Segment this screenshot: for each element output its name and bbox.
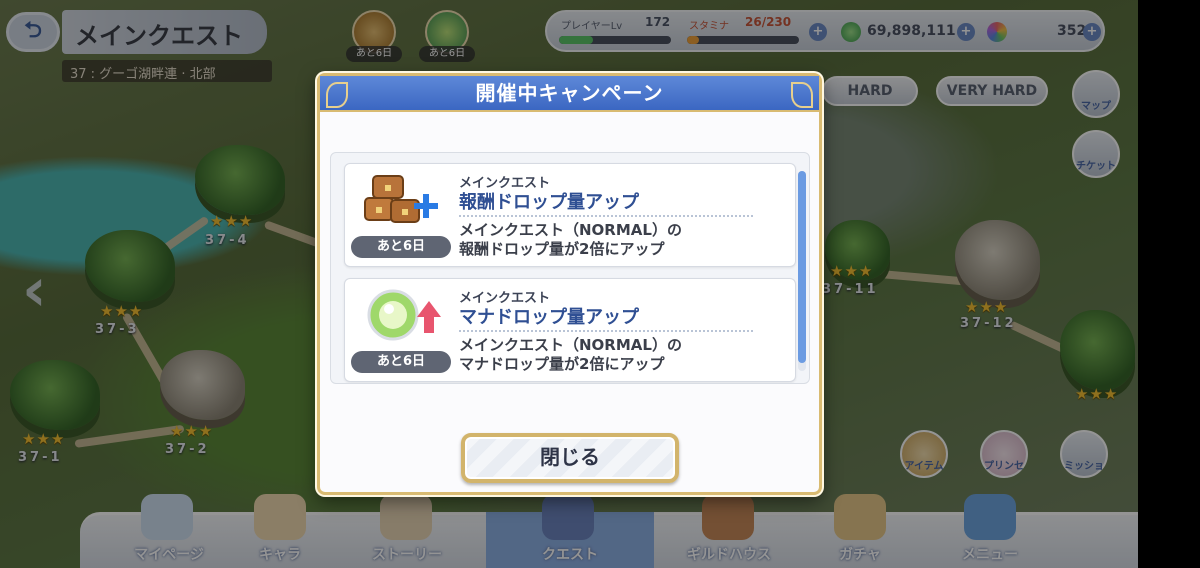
- screen-edge: [1138, 0, 1200, 568]
- treasure-chest-plus-icon: [364, 175, 438, 223]
- dialog-header: 開催中キャンペーン: [320, 76, 819, 112]
- campaign-title: 報酬ドロップ量アップ: [459, 192, 639, 213]
- campaign-desc-line: 報酬ドロップ量が2倍にアップ: [459, 240, 665, 258]
- campaign-desc-line: メインクエスト（NORMAL）の: [459, 221, 682, 239]
- campaign-desc-line: マナドロップ量が2倍にアップ: [459, 355, 665, 373]
- card-divider: [459, 215, 753, 217]
- campaign-desc-line: メインクエスト（NORMAL）の: [459, 336, 682, 354]
- mana-orb-up-icon: [367, 289, 441, 341]
- scrollbar-thumb[interactable]: [798, 171, 806, 363]
- close-button[interactable]: 閉じる: [461, 433, 679, 483]
- campaign-dialog: 開催中キャンペーン あと6日 メインクエスト 報酬ドロップ量アップ メインクエス…: [317, 73, 822, 495]
- campaign-title: マナドロップ量アップ: [459, 307, 639, 328]
- campaign-description: メインクエスト（NORMAL）の マナドロップ量が2倍にアップ: [459, 336, 682, 374]
- remaining-days-badge: あと6日: [351, 236, 451, 258]
- card-divider: [459, 330, 753, 332]
- dialog-title: 開催中キャンペーン: [475, 81, 664, 105]
- campaign-list[interactable]: あと6日 メインクエスト 報酬ドロップ量アップ メインクエスト（NORMAL）の…: [330, 152, 810, 384]
- remaining-days-badge: あと6日: [351, 351, 451, 373]
- campaign-card-mana[interactable]: あと6日 メインクエスト マナドロップ量アップ メインクエスト（NORMAL）の…: [344, 278, 796, 382]
- campaign-description: メインクエスト（NORMAL）の 報酬ドロップ量が2倍にアップ: [459, 221, 682, 259]
- campaign-card-drop[interactable]: あと6日 メインクエスト 報酬ドロップ量アップ メインクエスト（NORMAL）の…: [344, 163, 796, 267]
